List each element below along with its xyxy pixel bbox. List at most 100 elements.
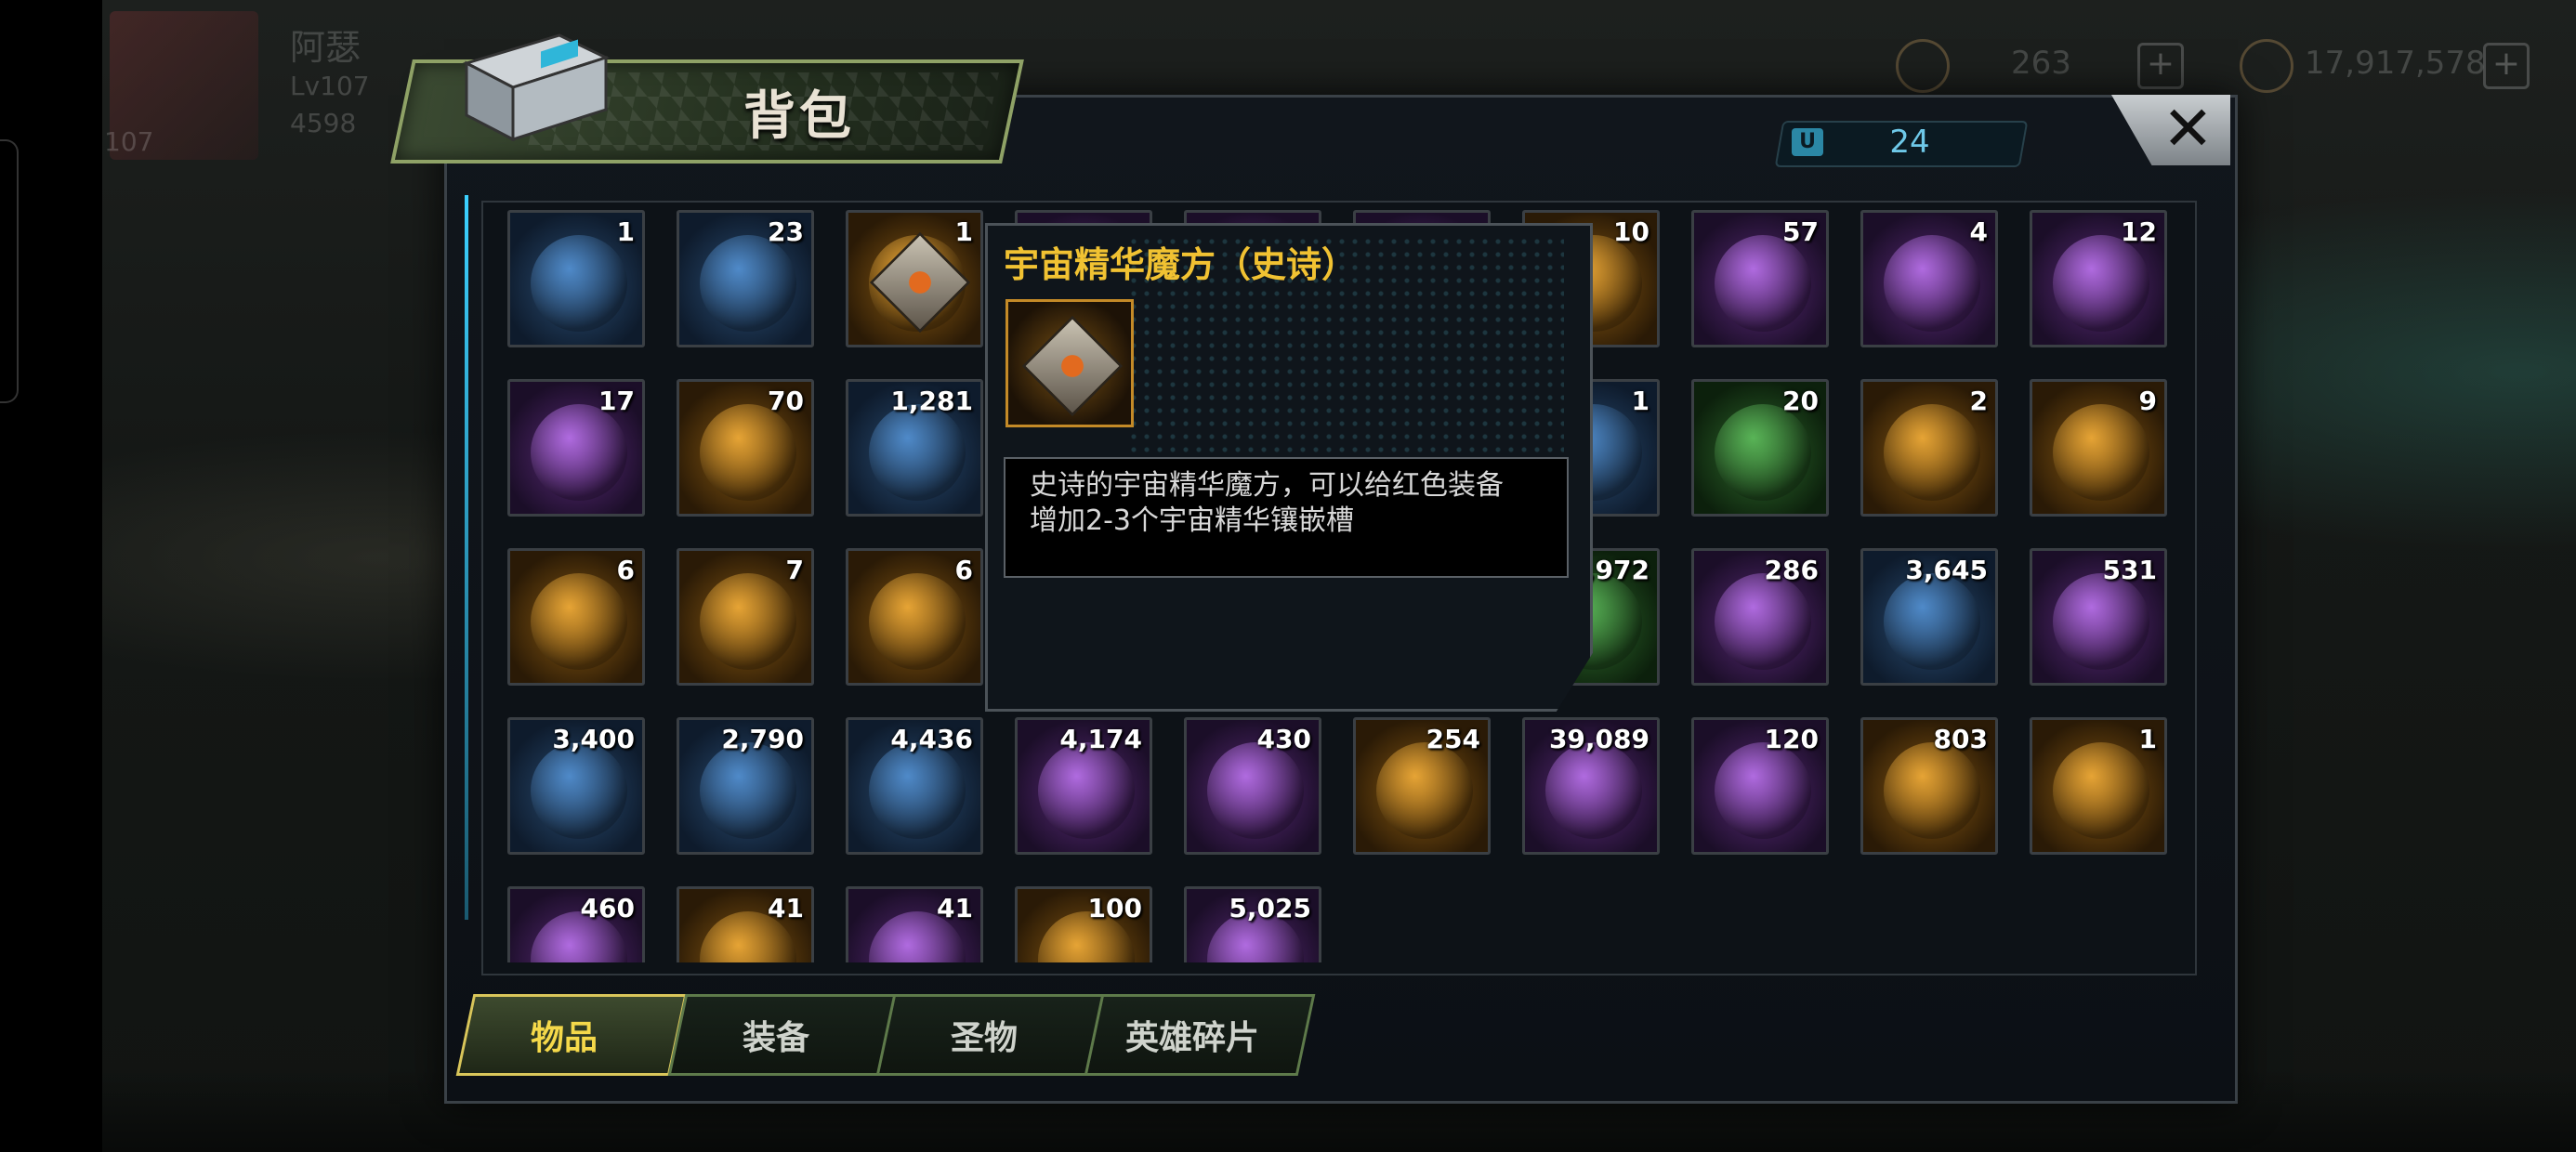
watermelon-icon [700, 404, 796, 501]
inventory-slot[interactable]: 9 [2030, 379, 2167, 517]
inventory-slot[interactable]: 17 [507, 379, 645, 517]
currency-b-icon [2240, 39, 2293, 93]
item-quantity: 3,645 [1905, 555, 1988, 585]
inventory-slot[interactable]: 286 [1691, 548, 1829, 686]
inventory-slot[interactable]: 2 [1860, 379, 1998, 517]
currency-b-plus-button[interactable]: + [2483, 43, 2530, 89]
tab-equipment-label: 装备 [742, 1019, 809, 1057]
item-quantity: 430 [1256, 724, 1311, 754]
inventory-slot[interactable]: 5,025 [1184, 886, 1321, 962]
inventory-slot[interactable]: 39,089 [1522, 717, 1660, 855]
inventory-slot[interactable]: 70 [677, 379, 814, 517]
inventory-slot[interactable]: 1 [2030, 717, 2167, 855]
inventory-slot[interactable]: 460 [507, 886, 645, 962]
item-quantity: 2,790 [721, 724, 804, 754]
inventory-slot[interactable]: 1 [846, 210, 983, 347]
crystal-icon [700, 742, 796, 839]
gear-icon [1884, 573, 1980, 670]
item-quantity: 4,436 [890, 724, 973, 754]
fist-icon [869, 742, 966, 839]
inventory-slot[interactable]: 2,790 [677, 717, 814, 855]
item-quantity: 7 [785, 555, 804, 585]
cinema-ticket-icon [869, 404, 966, 501]
inventory-slot[interactable]: 4,436 [846, 717, 983, 855]
inventory-slot[interactable]: 100 [1015, 886, 1152, 962]
boot-blueprint-icon [2053, 404, 2149, 501]
orb-icon [1715, 573, 1811, 670]
currency-a-plus-button[interactable]: + [2137, 43, 2184, 89]
police-badge-icon [531, 404, 627, 501]
inventory-slot[interactable]: 23 [677, 210, 814, 347]
item-quantity: 6 [616, 555, 635, 585]
inventory-slot[interactable]: 57 [1691, 210, 1829, 347]
poker-chip-icon [2053, 235, 2149, 332]
share-emblem-icon [2053, 573, 2149, 670]
inventory-slot[interactable]: 41 [677, 886, 814, 962]
tab-hero-shards-label: 英雄碎片 [1124, 1019, 1259, 1057]
item-quantity: 100 [1087, 893, 1142, 923]
item-quantity: 1 [616, 216, 635, 247]
currency-a-value: 263 [2011, 45, 2071, 82]
inventory-slot[interactable]: 6 [507, 548, 645, 686]
item-quantity: 6 [954, 555, 973, 585]
gauge-gold-icon [1376, 742, 1473, 839]
item-quantity: 10 [1613, 216, 1649, 247]
player-badge: 107 [104, 126, 154, 157]
inventory-slot[interactable]: 3,400 [507, 717, 645, 855]
item-quantity: 12 [2121, 216, 2157, 247]
item-quantity: 4,174 [1059, 724, 1142, 754]
inventory-slot[interactable]: 531 [2030, 548, 2167, 686]
inventory-slot[interactable]: 120 [1691, 717, 1829, 855]
gauge-icon [1207, 742, 1304, 839]
item-quantity: 5,025 [1229, 893, 1311, 923]
item-quantity: 70 [768, 386, 804, 416]
player-power: 4598 [290, 108, 357, 138]
inventory-slot[interactable]: 12 [2030, 210, 2167, 347]
tooltip-description-line1: 史诗的宇宙精华魔方，可以给红色装备 [1030, 469, 1504, 502]
fan-blade-icon [2053, 742, 2149, 839]
item-quantity: 17 [598, 386, 635, 416]
blueprint-icon [1884, 404, 1980, 501]
side-handle[interactable] [0, 139, 19, 403]
tooltip-title: 宇宙精华魔方（史诗） [1004, 244, 1358, 285]
puzzle-icon [1038, 742, 1135, 839]
capacity-value: 24 [1889, 124, 1930, 161]
item-quantity: 286 [1764, 555, 1819, 585]
item-quantity: 1 [954, 216, 973, 247]
sword-blueprint-icon [531, 573, 627, 670]
scrollbar[interactable] [465, 195, 468, 920]
close-icon: ✕ [2162, 93, 2214, 164]
inventory-slot[interactable]: 41 [846, 886, 983, 962]
inventory-slot[interactable]: 3,645 [1860, 548, 1998, 686]
inventory-slot[interactable]: 430 [1184, 717, 1321, 855]
item-quantity: 23 [768, 216, 804, 247]
shirt-blueprint-icon [869, 573, 966, 670]
lightning-coin-icon [1715, 742, 1811, 839]
ring-icon [1715, 404, 1811, 501]
item-quantity: 1 [2138, 724, 2157, 754]
inventory-slot[interactable]: 1 [507, 210, 645, 347]
item-quantity: 1 [1631, 386, 1649, 416]
helmet-icon [531, 742, 627, 839]
item-quantity: 57 [1782, 216, 1819, 247]
tab-relics-label: 圣物 [950, 1019, 1018, 1057]
inventory-slot[interactable]: 4 [1860, 210, 1998, 347]
hat-blueprint-icon [700, 573, 796, 670]
inventory-slot[interactable]: 4,174 [1015, 717, 1152, 855]
tooltip-cube-icon [1005, 299, 1134, 427]
inventory-slot[interactable]: 1,281 [846, 379, 983, 517]
currency-a-icon [1896, 39, 1950, 93]
inventory-slot[interactable]: 803 [1860, 717, 1998, 855]
item-quantity: 9 [2138, 386, 2157, 416]
item-quantity: 41 [937, 893, 973, 923]
inventory-slot[interactable]: 20 [1691, 379, 1829, 517]
currency-b-value: 17,917,578 [2305, 45, 2486, 82]
inventory-slot[interactable]: 254 [1353, 717, 1491, 855]
item-quantity: 4 [1969, 216, 1988, 247]
capacity-icon: U [1792, 128, 1823, 156]
inventory-slot[interactable]: 7 [677, 548, 814, 686]
item-quantity: 3,400 [552, 724, 635, 754]
item-quantity: 254 [1426, 724, 1480, 754]
inventory-slot[interactable]: 6 [846, 548, 983, 686]
canister-icon [700, 235, 796, 332]
